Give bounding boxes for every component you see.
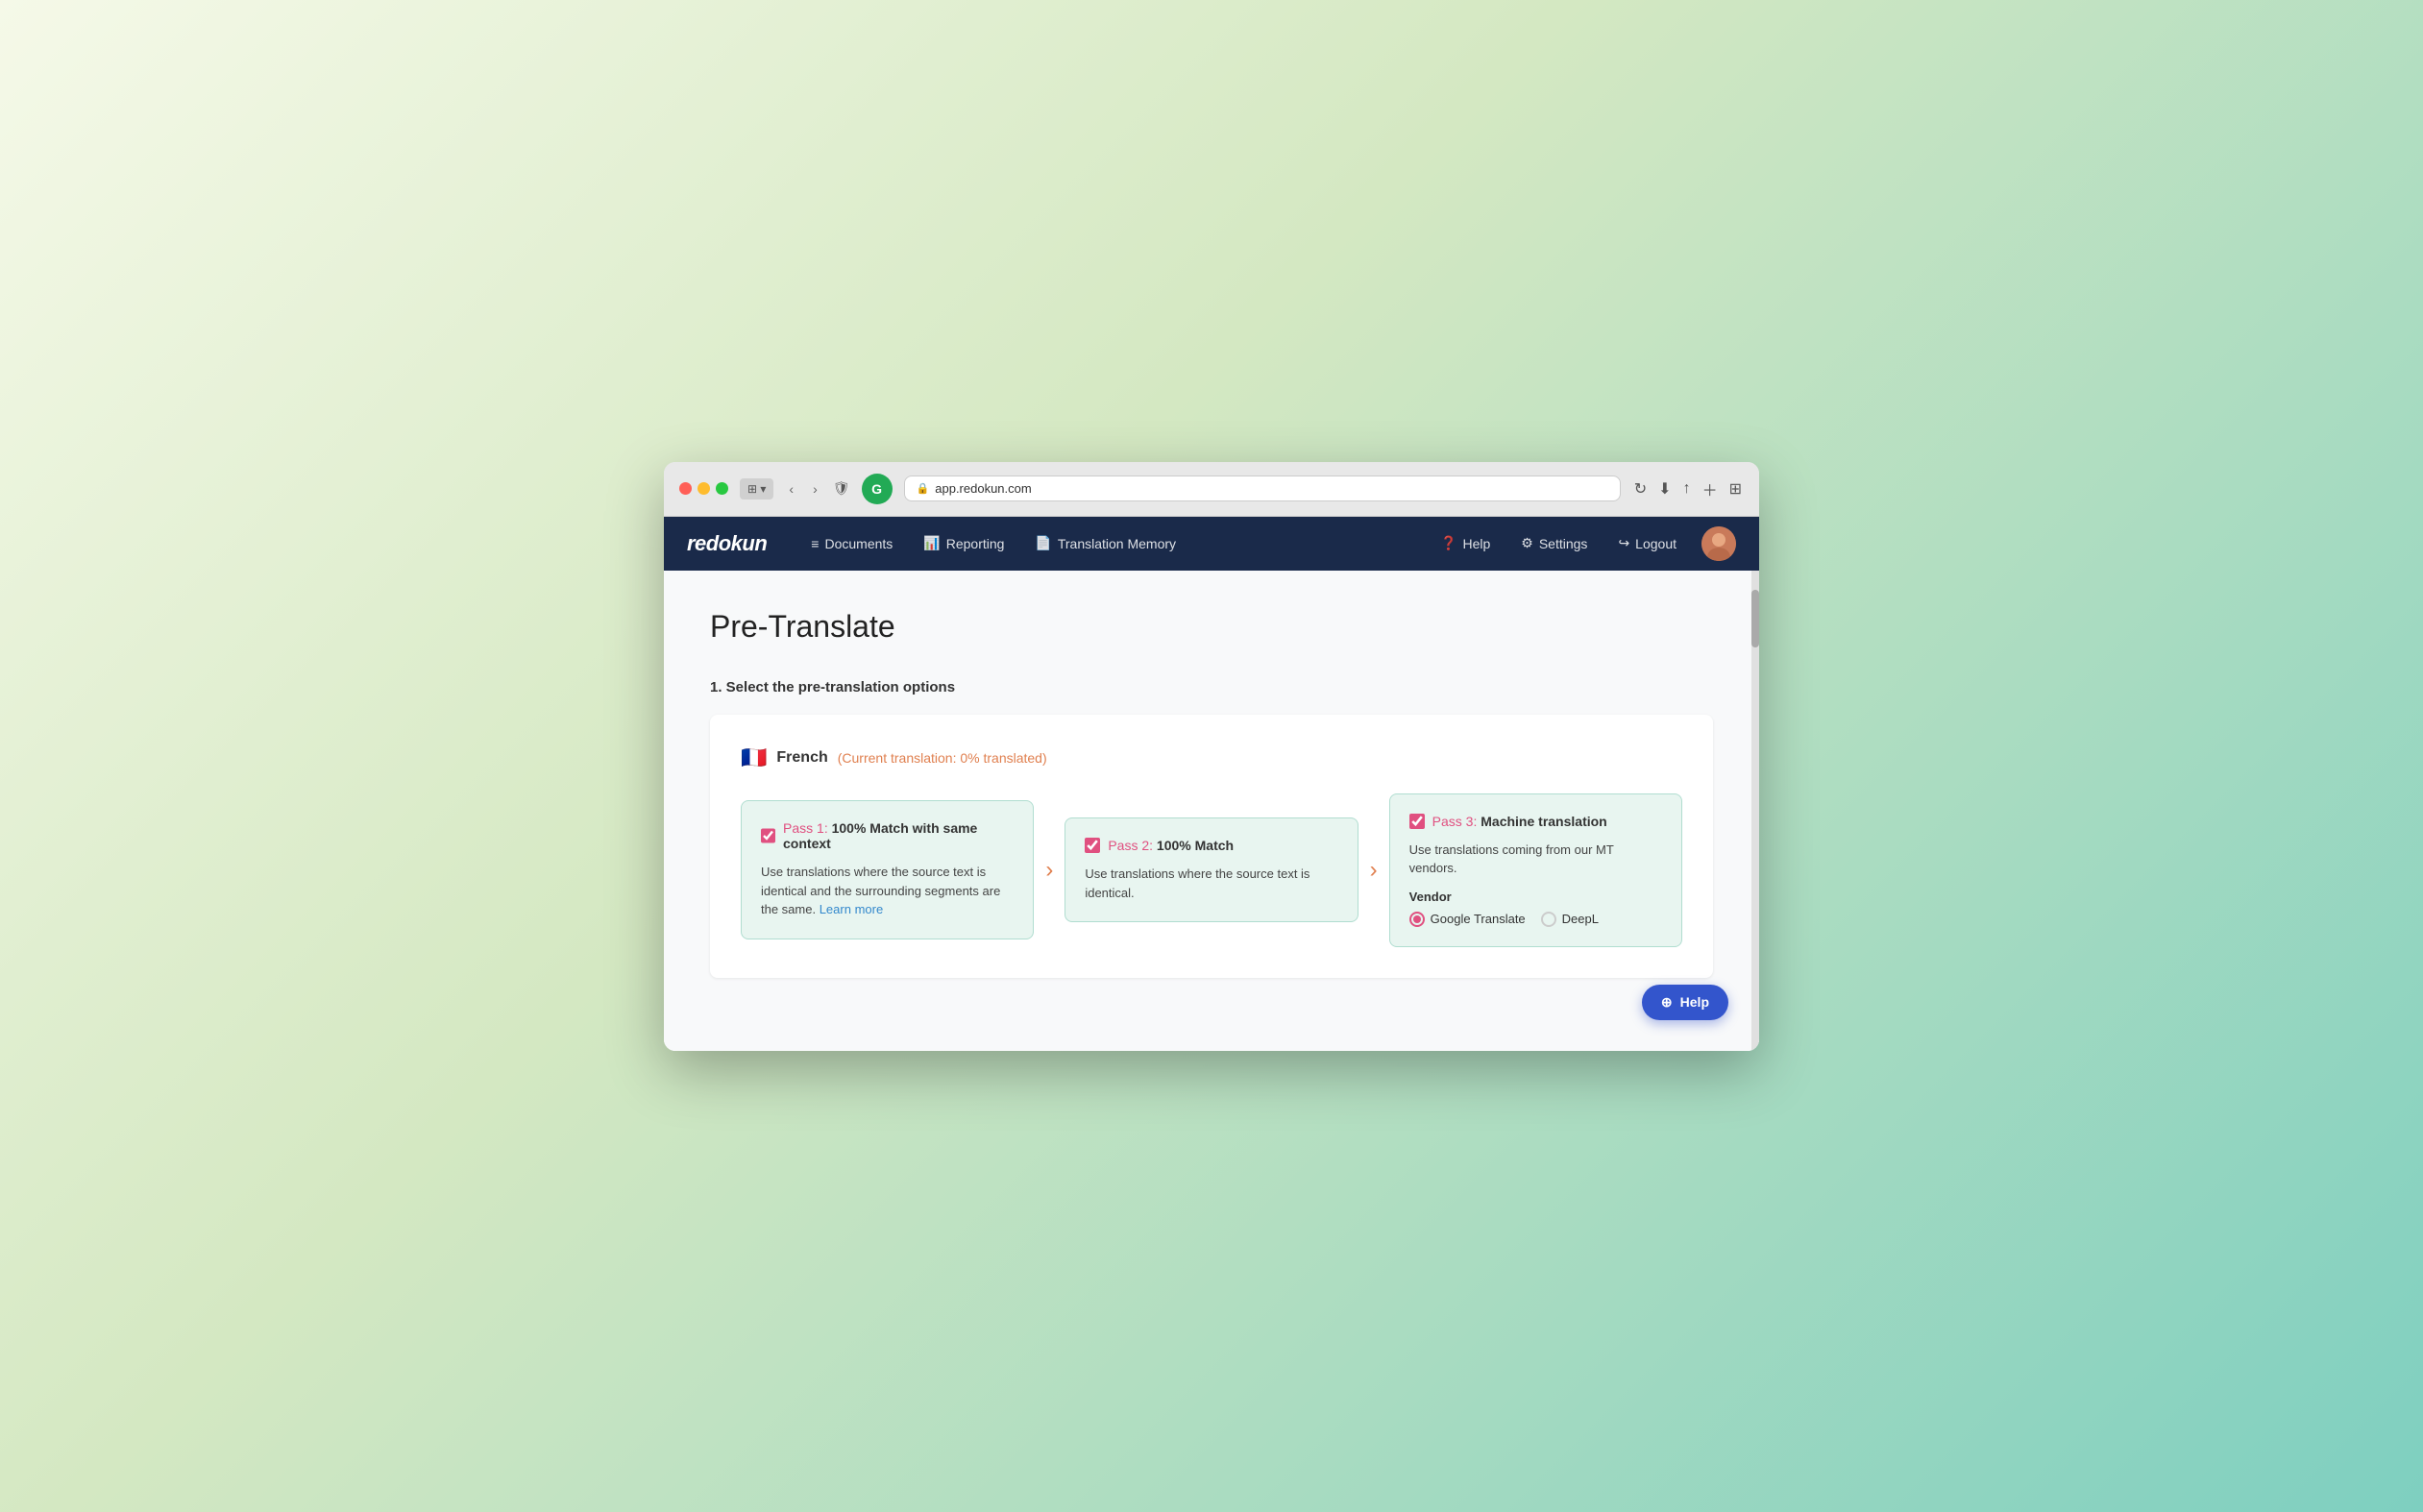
vendor-deepl-radio[interactable] [1541, 912, 1556, 927]
pass-3-card: Pass 3: Machine translation Use translat… [1389, 793, 1682, 947]
vendor-deepl[interactable]: DeepL [1541, 912, 1599, 927]
help-fab-button[interactable]: ⊕ Help [1642, 985, 1728, 1020]
pass-1-header: Pass 1: 100% Match with same context [761, 820, 1014, 851]
vendor-google-radio[interactable] [1409, 912, 1425, 927]
pass-1-checkbox[interactable] [761, 828, 775, 843]
help-fab-label: Help [1680, 994, 1709, 1010]
nav-logo: redokun [687, 531, 767, 556]
vendor-google[interactable]: Google Translate [1409, 912, 1526, 927]
vendor-section: Vendor Google Translate DeepL [1409, 890, 1662, 927]
pass-2-checkbox[interactable] [1085, 838, 1100, 853]
translation-memory-label: Translation Memory [1058, 536, 1176, 551]
vendor-deepl-label: DeepL [1562, 912, 1599, 926]
reporting-icon: 📊 [923, 535, 940, 551]
share-button[interactable]: ↑ [1681, 478, 1693, 500]
pass-2-card: Pass 2: 100% Match Use translations wher… [1065, 817, 1358, 922]
logout-icon: ↪ [1618, 535, 1629, 551]
arrow-1: › [1045, 857, 1053, 884]
arrow-2: › [1370, 857, 1378, 884]
learn-more-link[interactable]: Learn more [820, 902, 883, 916]
pass-2-description: Use translations where the source text i… [1085, 865, 1337, 902]
nav-item-settings[interactable]: ⚙ Settings [1507, 527, 1601, 559]
pass-2-label-prefix: Pass 2: [1108, 838, 1157, 853]
nav-item-help[interactable]: ❓ Help [1427, 527, 1504, 559]
documents-icon: ≡ [811, 536, 819, 551]
app-content: redokun ≡ Documents 📊 Reporting 📄 Transl… [664, 517, 1759, 1051]
pass-1-card: Pass 1: 100% Match with same context Use… [741, 800, 1034, 939]
pass-3-description: Use translations coming from our MT vend… [1409, 841, 1662, 878]
pass-3-header: Pass 3: Machine translation [1409, 814, 1662, 829]
pass-3-checkbox[interactable] [1409, 814, 1425, 829]
help-fab-icon: ⊕ [1661, 994, 1673, 1011]
download-button[interactable]: ⬇ [1656, 477, 1673, 500]
grammarly-icon: G [862, 474, 893, 504]
traffic-lights [679, 482, 728, 495]
nav-right: ❓ Help ⚙ Settings ↪ Logout [1427, 526, 1736, 561]
shield-icon: 🛡 [833, 480, 850, 497]
reporting-label: Reporting [946, 536, 1005, 551]
language-header: 🇫🇷 French (Current translation: 0% trans… [741, 745, 1682, 770]
close-button[interactable] [679, 482, 692, 495]
minimize-button[interactable] [698, 482, 710, 495]
scrollbar[interactable] [1751, 571, 1759, 1051]
documents-label: Documents [824, 536, 893, 551]
browser-actions: ↻ ⬇ ↑ ＋ ⊞ [1632, 476, 1744, 502]
maximize-button[interactable] [716, 482, 728, 495]
page-title: Pre-Translate [710, 609, 1713, 645]
browser-chrome: ⊞ ▾ ‹ › 🛡 G 🔒 app.redokun.com ↻ ⬇ ↑ ＋ ⊞ [664, 462, 1759, 517]
section-header: 1. Select the pre-translation options [710, 679, 1713, 695]
pass-3-label-strong: Machine translation [1481, 814, 1606, 829]
logout-label: Logout [1635, 536, 1677, 551]
translation-memory-icon: 📄 [1035, 535, 1051, 551]
url-text: app.redokun.com [935, 481, 1031, 496]
back-button[interactable]: ‹ [785, 479, 797, 499]
nav-item-reporting[interactable]: 📊 Reporting [910, 527, 1017, 559]
refresh-button[interactable]: ↻ [1632, 477, 1649, 500]
vendor-options: Google Translate DeepL [1409, 912, 1662, 927]
settings-label: Settings [1539, 536, 1588, 551]
vendor-google-label: Google Translate [1431, 912, 1526, 926]
browser-window: ⊞ ▾ ‹ › 🛡 G 🔒 app.redokun.com ↻ ⬇ ↑ ＋ ⊞ … [664, 462, 1759, 1051]
pass-1-title: Pass 1: 100% Match with same context [783, 820, 1014, 851]
page-content: Pre-Translate 1. Select the pre-translat… [664, 571, 1759, 1051]
passes-grid: Pass 1: 100% Match with same context Use… [741, 793, 1682, 947]
language-flag: 🇫🇷 [741, 745, 767, 770]
pass-2-label-strong: 100% Match [1157, 838, 1234, 853]
help-icon: ❓ [1440, 535, 1456, 551]
user-avatar[interactable] [1701, 526, 1736, 561]
help-label: Help [1462, 536, 1490, 551]
forward-button[interactable]: › [809, 479, 821, 499]
passes-container: 🇫🇷 French (Current translation: 0% trans… [710, 715, 1713, 978]
nav-item-documents[interactable]: ≡ Documents [797, 528, 906, 559]
new-tab-button[interactable]: ＋ [1701, 476, 1720, 502]
settings-icon: ⚙ [1521, 535, 1533, 551]
vendor-label: Vendor [1409, 890, 1662, 904]
nav-items: ≡ Documents 📊 Reporting 📄 Translation Me… [797, 527, 1419, 559]
translation-status: (Current translation: 0% translated) [838, 750, 1047, 766]
pass-3-label-prefix: Pass 3: [1432, 814, 1481, 829]
pass-2-title: Pass 2: 100% Match [1108, 838, 1234, 853]
pass-3-title: Pass 3: Machine translation [1432, 814, 1607, 829]
main-nav: redokun ≡ Documents 📊 Reporting 📄 Transl… [664, 517, 1759, 571]
lock-icon: 🔒 [917, 482, 930, 495]
address-bar[interactable]: 🔒 app.redokun.com [904, 476, 1621, 501]
scrollbar-thumb[interactable] [1751, 590, 1759, 647]
sidebar-toggle-button[interactable]: ⊞ ▾ [740, 478, 773, 500]
grid-view-button[interactable]: ⊞ [1727, 477, 1744, 500]
nav-item-translation-memory[interactable]: 📄 Translation Memory [1021, 527, 1189, 559]
pass-2-header: Pass 2: 100% Match [1085, 838, 1337, 853]
nav-item-logout[interactable]: ↪ Logout [1604, 527, 1690, 559]
pass-1-description: Use translations where the source text i… [761, 863, 1014, 919]
pass-1-label-prefix: Pass 1: [783, 820, 832, 836]
language-name: French [776, 749, 827, 767]
